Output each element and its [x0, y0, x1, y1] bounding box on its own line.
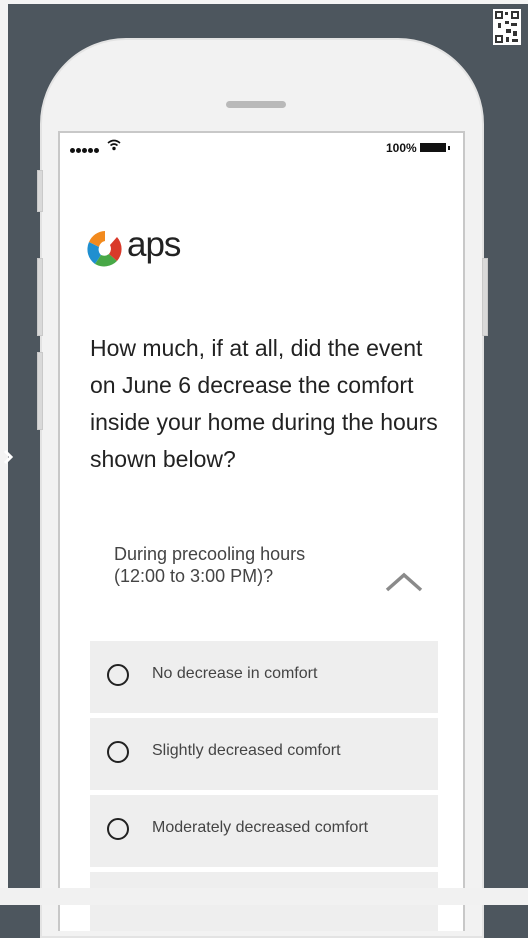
- option-moderately-decreased[interactable]: Moderately decreased comfort: [90, 795, 438, 867]
- sub-question-line1: During precooling hours: [114, 544, 306, 564]
- qr-code-icon: [493, 9, 521, 45]
- brand-name: aps: [127, 225, 181, 264]
- option-label: Slightly decreased comfort: [152, 742, 341, 759]
- chevron-up-icon[interactable]: [384, 571, 424, 593]
- phone-power-button: [482, 258, 488, 336]
- battery-percent: 100%: [386, 141, 417, 155]
- radio-icon[interactable]: [107, 664, 129, 686]
- sub-question-line2: (12:00 to 3:00 PM)?: [114, 566, 274, 586]
- option-no-decrease[interactable]: No decrease in comfort: [90, 641, 438, 713]
- battery-icon: [420, 143, 450, 152]
- phone-volume-down-button: [37, 352, 43, 430]
- left-edge: [0, 0, 8, 888]
- phone-screen: 100% aps How much, if at all, did the ev…: [58, 131, 465, 931]
- phone-side-button: [37, 170, 43, 212]
- aps-logo-mark-icon: [87, 231, 122, 267]
- bottom-strip: [0, 888, 528, 905]
- signal-strength-icon: [70, 142, 100, 156]
- radio-icon[interactable]: [107, 818, 129, 840]
- option-label: No decrease in comfort: [152, 665, 318, 682]
- sub-question[interactable]: During precooling hours (12:00 to 3:00 P…: [114, 543, 384, 587]
- expand-arrow-icon[interactable]: [2, 449, 14, 465]
- radio-icon[interactable]: [107, 741, 129, 763]
- phone-volume-up-button: [37, 258, 43, 336]
- survey-question: How much, if at all, did the event on Ju…: [90, 335, 438, 472]
- option-label: Moderately decreased comfort: [152, 819, 369, 836]
- phone-speaker: [226, 101, 286, 108]
- option-slightly-decreased[interactable]: Slightly decreased comfort: [90, 718, 438, 790]
- wifi-icon: [107, 139, 121, 151]
- status-bar: 100%: [60, 133, 463, 159]
- top-edge: [0, 0, 528, 4]
